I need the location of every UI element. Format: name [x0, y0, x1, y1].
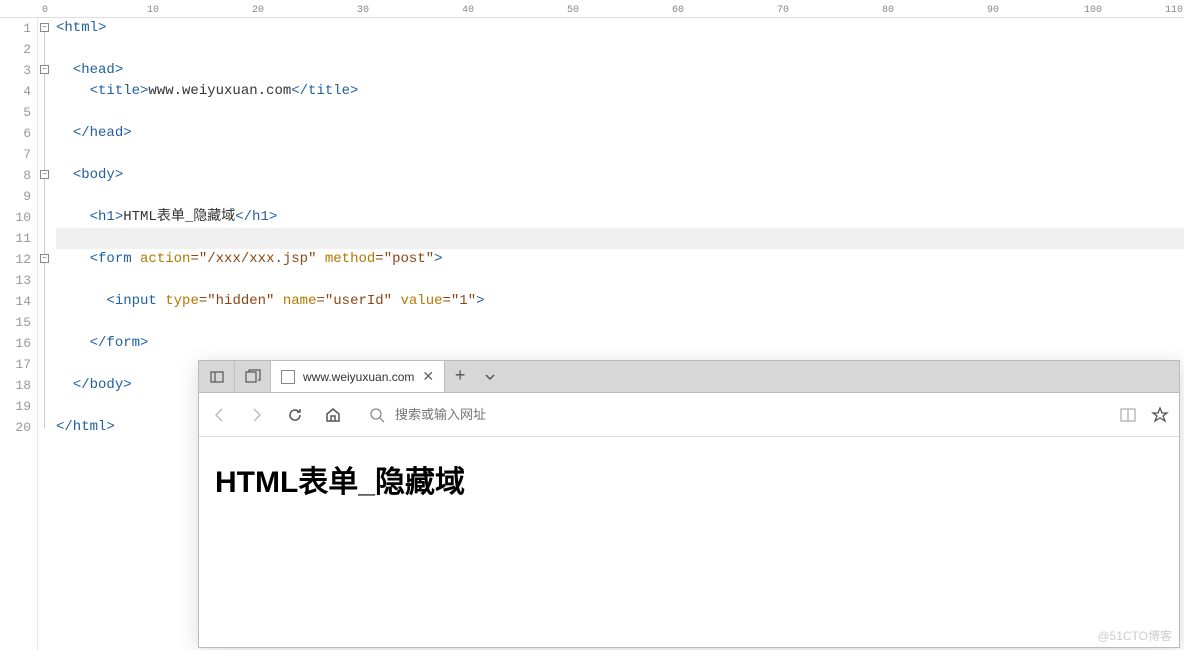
address-bar[interactable]	[361, 407, 1101, 423]
back-button[interactable]	[209, 405, 229, 425]
code-text: <head>	[73, 62, 123, 78]
new-tab-button[interactable]: +	[445, 361, 475, 392]
browser-tab[interactable]: www.weiyuxuan.com ✕	[271, 361, 445, 392]
page-heading: HTML表单_隐藏域	[215, 457, 1163, 501]
forward-button[interactable]	[247, 405, 267, 425]
fold-toggle-icon[interactable]: −	[40, 170, 49, 179]
browser-navbar	[199, 393, 1179, 437]
fold-toggle-icon[interactable]: −	[40, 254, 49, 263]
set-aside-tabs-icon[interactable]	[199, 361, 235, 392]
fold-toggle-icon[interactable]: −	[40, 65, 49, 74]
browser-window: www.weiyuxuan.com ✕ + HTML表单_隐藏域	[198, 360, 1180, 648]
close-tab-icon[interactable]: ✕	[422, 368, 434, 385]
browser-content: HTML表单_隐藏域	[199, 437, 1179, 521]
address-input[interactable]	[395, 407, 1093, 422]
tab-title: www.weiyuxuan.com	[303, 370, 414, 384]
ruler: 0102030405060708090100110	[0, 0, 1184, 18]
code-text: <html>	[56, 20, 106, 36]
home-button[interactable]	[323, 405, 343, 425]
search-icon	[369, 407, 385, 423]
tab-menu-icon[interactable]	[475, 361, 505, 392]
show-tabs-icon[interactable]	[235, 361, 271, 392]
fold-column[interactable]: − − − −	[38, 18, 52, 650]
line-gutter: 1234567891011121314151617181920	[0, 18, 38, 650]
fold-toggle-icon[interactable]: −	[40, 23, 49, 32]
reading-view-icon[interactable]	[1119, 406, 1137, 424]
page-icon	[281, 370, 295, 384]
favorite-icon[interactable]	[1151, 406, 1169, 424]
refresh-button[interactable]	[285, 405, 305, 425]
watermark: @51CTO博客	[1097, 627, 1172, 644]
browser-tabbar: www.weiyuxuan.com ✕ +	[199, 361, 1179, 393]
